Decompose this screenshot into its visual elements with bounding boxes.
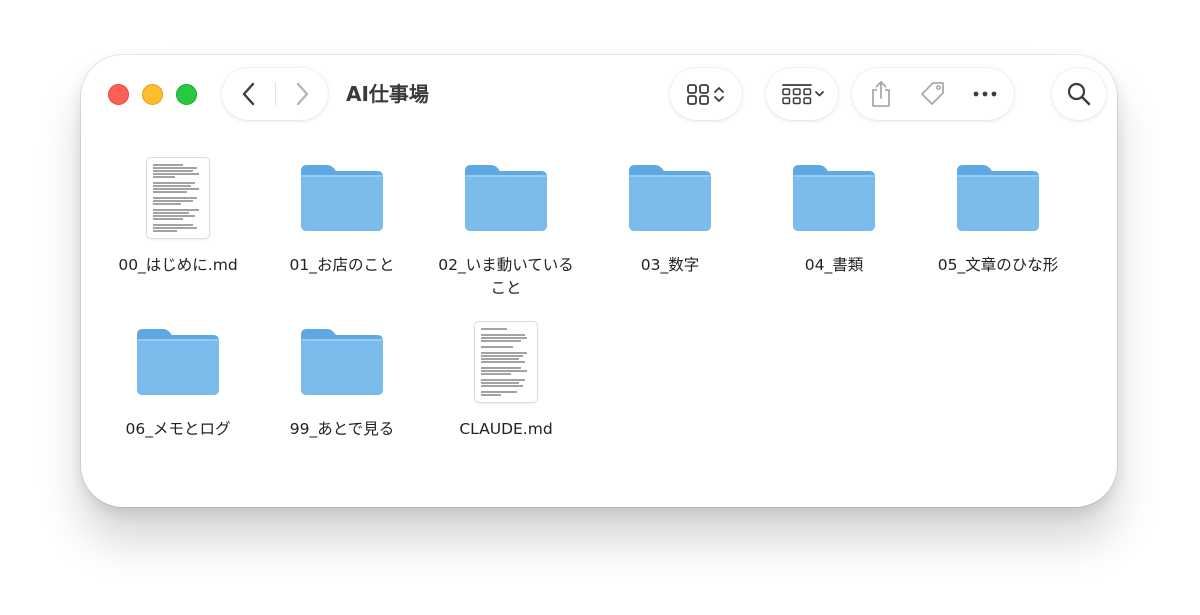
tag-button[interactable] [908,68,958,120]
document-text-line [153,209,199,211]
chevron-right-icon [296,82,308,106]
document-text-line [153,197,197,199]
search-icon [1067,82,1091,106]
item-label: 99_あとで見る [289,420,395,438]
document-text-line [481,379,525,381]
document-text-line [481,340,521,342]
grid-view-icon [687,84,724,105]
item-label: 06_メモとログ [125,420,231,438]
document-text-line [481,328,507,330]
document-text-line [153,230,177,232]
document-icon [147,158,209,238]
document-text-line [481,361,525,363]
group-by-inner [766,68,838,120]
document-text-line [153,215,195,217]
document-text-line [481,355,523,357]
document-text-line [481,352,527,354]
folder-thumbnail [260,153,424,243]
document-thumbnail [96,153,260,243]
item-label: 02_いま動いている こと [438,256,574,297]
document-text-line [481,394,501,396]
document-text-line [153,176,175,178]
document-text-line [153,182,195,184]
document-text-line [481,373,511,375]
item-label: 04_書類 [804,256,864,274]
document-text-line [481,382,519,384]
folder-icon [137,329,219,395]
document-text-line [481,391,517,393]
window-title: AI仕事場 [346,82,429,106]
folder-icon [793,165,875,231]
document-text-line [481,337,527,339]
folder-thumbnail [588,153,752,243]
navigation-group [222,68,328,120]
folder-icon [301,329,383,395]
document-text-line [153,191,187,193]
document-text-line [153,224,193,226]
group-by-icon [782,84,824,105]
folder-thumbnail [96,317,260,407]
document-text-line [153,170,193,172]
zoom-window-button[interactable] [176,84,197,105]
document-text-line [153,212,189,214]
minimize-window-button[interactable] [142,84,163,105]
document-text-line [153,188,199,190]
ellipsis-icon [973,91,997,97]
document-text-line [153,167,197,169]
document-text-line [153,227,197,229]
search-button[interactable] [1052,68,1106,120]
folder-icon [301,165,383,231]
folder-icon [629,165,711,231]
share-button[interactable] [856,68,906,120]
document-text-line [481,370,527,372]
item-label: 05_文章のひな形 [937,256,1059,274]
document-text-line [153,218,183,220]
view-mode-inner [670,68,742,120]
share-icon [872,81,890,107]
document-icon [475,322,537,402]
item-label: 00_はじめに.md [118,256,238,274]
close-window-button[interactable] [108,84,129,105]
document-text-line [481,346,513,348]
document-text-line [481,385,523,387]
more-button[interactable] [960,68,1010,120]
search-inner [1052,68,1106,120]
document-thumbnail [424,317,588,407]
document-text-line [481,358,519,360]
view-mode-button[interactable] [670,68,742,120]
actions-group [852,68,1014,120]
document-text-line [153,200,193,202]
document-text-line [153,203,181,205]
item-label: 03_数字 [640,256,700,274]
desktop-background: AI仕事場 00_はじめに.md 01_お店のこと 02_いま動いている こと … [0,0,1200,615]
item-label: 01_お店のこと [289,256,395,274]
folder-icon [957,165,1039,231]
document-text-line [153,173,199,175]
document-text-line [481,334,525,336]
group-by-button[interactable] [766,68,838,120]
item-label: CLAUDE.md [459,420,553,438]
folder-thumbnail [752,153,916,243]
document-text-line [481,367,521,369]
document-text-line [153,185,191,187]
back-button[interactable] [222,68,275,120]
chevron-left-icon [242,82,254,106]
document-text-line [153,164,183,166]
folder-thumbnail [260,317,424,407]
tag-icon [921,82,944,105]
folder-icon [465,165,547,231]
folder-thumbnail [424,153,588,243]
forward-button[interactable] [275,68,328,120]
folder-thumbnail [916,153,1080,243]
